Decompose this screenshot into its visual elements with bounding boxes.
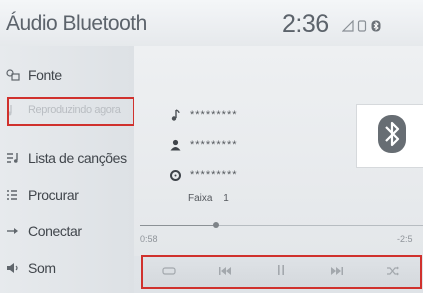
sidebar-item-label: Som [28, 260, 56, 276]
album-name: ********* [190, 169, 238, 181]
album-icon [170, 169, 190, 181]
progress-bar[interactable] [140, 222, 423, 228]
album-row: ********* [170, 166, 238, 184]
speaker-icon [0, 262, 28, 274]
artist-icon [170, 139, 190, 151]
source-icon [0, 69, 28, 81]
song-title: ********* [190, 109, 238, 121]
sidebar-item-label: Procurar [28, 187, 79, 203]
music-note-icon [170, 109, 190, 121]
phone-icon [357, 19, 367, 37]
clock: 2:36 [282, 10, 329, 38]
sidebar-item-label: Conectar [28, 223, 82, 239]
signal-icon [341, 19, 354, 37]
artist-name: ********* [190, 139, 238, 151]
track-number: 1 [223, 193, 229, 204]
song-row: ********* [170, 106, 238, 124]
sidebar-item-browse[interactable]: Procurar [0, 178, 134, 212]
browse-icon [0, 189, 28, 201]
sidebar-menu: Fonte Reproduzindo agora Lista de cançõe… [0, 46, 135, 293]
controls-highlight [141, 255, 422, 289]
track-label: Faixa [188, 193, 213, 204]
bluetooth-status-icon [371, 19, 381, 37]
track-info: Faixa 1 [188, 193, 229, 204]
page-title: Áudio Bluetooth [6, 12, 147, 35]
progress-fill [140, 225, 217, 226]
sidebar-item-label: Fonte [28, 67, 62, 83]
header-bar: Áudio Bluetooth 2:36 [0, 0, 423, 46]
elapsed-time: 0:58 [140, 234, 158, 244]
connect-icon [0, 226, 28, 236]
sidebar-item-label: Lista de canções [28, 150, 127, 166]
bluetooth-icon [377, 114, 407, 159]
sidebar-item-sound[interactable]: Som [0, 251, 134, 285]
playback-controls [141, 255, 422, 289]
bluetooth-audio-screen: Áudio Bluetooth 2:36 Fonte Reproduzindo … [0, 0, 423, 293]
sidebar-item-song-list[interactable]: Lista de canções [0, 141, 134, 175]
artist-row: ********* [170, 136, 238, 154]
sidebar-item-source[interactable]: Fonte [0, 58, 134, 92]
sidebar-item-connect[interactable]: Conectar [0, 214, 134, 248]
song-list-icon [0, 152, 28, 164]
album-art [356, 104, 423, 168]
now-playing-highlight [7, 97, 135, 126]
remaining-time: -2:5 [397, 234, 413, 244]
